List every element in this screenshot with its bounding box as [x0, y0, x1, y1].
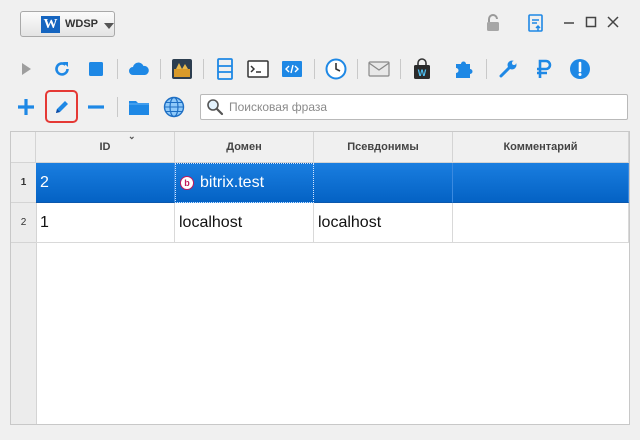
cell-comment[interactable] — [453, 163, 629, 203]
row-number[interactable]: 2 — [11, 203, 36, 243]
bitrix-icon: b — [180, 176, 194, 190]
cell-aliases[interactable] — [314, 163, 453, 203]
code-icon — [282, 61, 302, 77]
table-row[interactable]: 2 b bitrix.test — [36, 163, 629, 203]
shopping-bag-icon: W — [414, 58, 430, 79]
domains-table: ⌄ ID Домен Псевдонимы Комментарий 1 2 b … — [10, 131, 630, 425]
search-placeholder: Поисковая фраза — [229, 100, 328, 114]
sort-chevron-icon: ⌄ — [128, 131, 136, 141]
cell-id[interactable]: 1 — [36, 203, 175, 243]
cell-domain-text: bitrix.test — [200, 174, 265, 191]
scheduler-button[interactable] — [322, 55, 350, 83]
table-row[interactable]: 1 localhost localhost — [36, 203, 629, 243]
refresh-icon — [55, 62, 69, 76]
chevron-down-icon — [104, 23, 114, 29]
lock-icon[interactable] — [483, 13, 503, 33]
cell-aliases[interactable]: localhost — [314, 203, 453, 243]
cell-domain[interactable]: b bitrix.test — [175, 163, 314, 203]
exclamation-icon — [570, 59, 590, 79]
minimize-icon[interactable] — [561, 14, 577, 30]
export-icon[interactable] — [526, 13, 546, 33]
open-folder-button[interactable] — [125, 93, 153, 121]
modules-button[interactable] — [450, 55, 478, 83]
mail-icon — [368, 61, 390, 77]
ruble-icon — [537, 59, 552, 78]
column-header-comment[interactable]: Комментарий — [453, 132, 629, 163]
column-header-label: Псевдонимы — [347, 141, 419, 153]
wrench-icon — [499, 60, 517, 78]
maximize-icon[interactable] — [583, 14, 599, 30]
open-browser-button[interactable] — [160, 93, 188, 121]
column-header-domain[interactable]: Домен — [175, 132, 314, 163]
store-button[interactable]: W — [408, 55, 436, 83]
stop-icon — [89, 62, 103, 76]
search-icon — [207, 99, 224, 116]
column-header-label: ID — [99, 141, 111, 153]
server-icon — [217, 58, 233, 80]
row-number[interactable]: 1 — [11, 163, 36, 203]
cell-domain[interactable]: localhost — [175, 203, 314, 243]
donate-button[interactable] — [530, 55, 558, 83]
main-toolbar: W — [10, 53, 630, 87]
mail-button[interactable] — [365, 55, 393, 83]
puzzle-icon — [456, 61, 473, 78]
globe-icon — [163, 96, 185, 118]
column-header-aliases[interactable]: Псевдонимы — [314, 132, 453, 163]
column-header-id[interactable]: ⌄ ID — [36, 131, 175, 163]
minus-icon — [88, 105, 104, 109]
add-domain-button[interactable] — [12, 93, 40, 121]
folder-icon — [129, 101, 149, 115]
database-button[interactable] — [211, 55, 239, 83]
settings-button[interactable] — [494, 55, 522, 83]
cloud-button[interactable] — [125, 55, 153, 83]
corner-header — [11, 132, 36, 163]
plus-icon — [18, 99, 34, 115]
column-header-label: Домен — [226, 141, 262, 153]
play-icon — [22, 63, 31, 75]
console-button[interactable] — [244, 55, 272, 83]
clock-icon — [325, 58, 347, 80]
start-button[interactable] — [12, 55, 40, 83]
wdsp-logo: W — [41, 16, 60, 33]
cloud-icon — [129, 62, 149, 75]
svg-text:W: W — [418, 68, 427, 78]
info-button[interactable] — [566, 55, 594, 83]
remove-domain-button[interactable] — [82, 93, 110, 121]
code-editor-button[interactable] — [278, 55, 306, 83]
close-icon[interactable] — [605, 14, 621, 30]
search-field[interactable]: Поисковая фраза — [200, 94, 628, 120]
edit-button-highlight — [45, 90, 78, 123]
app-name: WDSP — [65, 18, 98, 30]
terminal-icon — [247, 60, 269, 78]
cell-comment[interactable] — [453, 203, 629, 243]
stop-button[interactable] — [82, 55, 110, 83]
column-header-label: Комментарий — [503, 141, 578, 153]
restart-button[interactable] — [48, 55, 76, 83]
terminal-app-button[interactable] — [168, 55, 196, 83]
app-menu-button[interactable]: W WDSP — [20, 11, 115, 37]
cell-id[interactable]: 2 — [36, 163, 175, 203]
console-app-icon — [172, 59, 192, 79]
